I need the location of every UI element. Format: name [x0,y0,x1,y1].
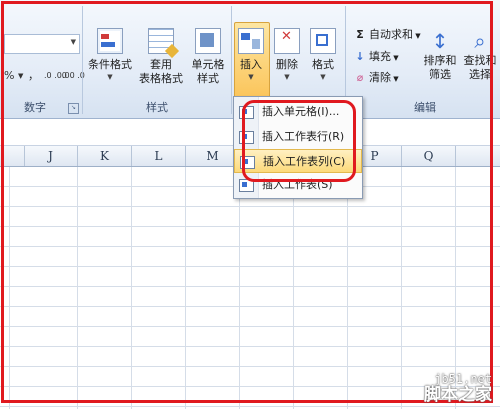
insert-cells-icon [239,106,254,119]
percent-style-button[interactable]: % [4,66,14,86]
group-divider [82,6,83,114]
insert-dropdown-menu: 插入单元格(I)... 插入工作表行(R) 插入工作表列(C) 插入工作表(S) [233,96,363,199]
column-header[interactable]: M [186,146,240,166]
clear-button[interactable]: ⌀ 清除 ▼ [354,69,399,87]
format-button[interactable]: 格式 ▼ [306,28,340,82]
cell-style-button[interactable]: 单元格 样式 [188,28,228,86]
insert-cells-icon [238,28,264,54]
style-group-label: 样式 [146,101,168,114]
autosum-button[interactable]: Σ 自动求和 ▼ [354,26,420,44]
edit-group-label: 编辑 [414,101,436,114]
watermark-name: 脚本之家 [424,385,492,405]
insert-button[interactable]: 插入 ▼ [234,28,268,82]
insert-sheet-icon [239,179,254,192]
conditional-format-icon [97,28,123,54]
binoculars-icon: ⌕ [474,29,486,53]
watermark: jb51.net 脚本之家 [424,371,492,405]
table-format-button[interactable]: 套用 表格格式 [134,28,188,86]
column-header[interactable]: L [132,146,186,166]
menu-item-insert-column[interactable]: 插入工作表列(C) [234,149,362,173]
delete-button[interactable]: 删除 ▼ [270,28,304,82]
eraser-icon: ⌀ [356,71,364,84]
sort-icon: ↕ [431,29,449,53]
column-header[interactable]: J [24,146,78,166]
dialog-launcher-icon[interactable]: ↘ [68,103,79,114]
select-all-corner[interactable] [0,146,25,166]
sigma-icon: Σ [356,28,364,41]
number-group-label: 数字 [24,101,46,114]
find-select-button[interactable]: ⌕ 查找和 选择 [460,28,500,82]
cell-style-icon [195,28,221,54]
fill-down-icon: ↓ [355,50,365,63]
sort-filter-button[interactable]: ↕ 排序和 筛选 [420,28,460,82]
chevron-down-icon[interactable]: ▼ [71,38,76,46]
chevron-down-icon: ▼ [107,73,113,81]
group-divider [231,6,232,114]
fill-button[interactable]: ↓ 填充 ▼ [354,48,398,66]
number-format-combo[interactable]: ▼ [4,34,80,54]
chevron-down-icon[interactable]: ▼ [18,66,23,86]
insert-row-icon [239,131,254,144]
menu-item-insert-cells[interactable]: 插入单元格(I)... [234,100,362,124]
chevron-down-icon: ▼ [320,73,326,81]
conditional-format-button[interactable]: 条件格式 ▼ [86,28,134,82]
table-format-icon [148,28,174,54]
chevron-down-icon: ▼ [248,73,254,81]
menu-item-insert-row[interactable]: 插入工作表行(R) [234,125,362,149]
comma-style-button[interactable]: ， [28,66,39,86]
menu-item-insert-sheet[interactable]: 插入工作表(S) [234,173,362,197]
format-cells-icon [310,28,336,54]
column-header[interactable]: K [78,146,132,166]
column-header[interactable]: Q [402,146,456,166]
chevron-down-icon: ▼ [284,73,290,81]
insert-column-icon [240,156,255,169]
delete-cells-icon [274,28,300,54]
